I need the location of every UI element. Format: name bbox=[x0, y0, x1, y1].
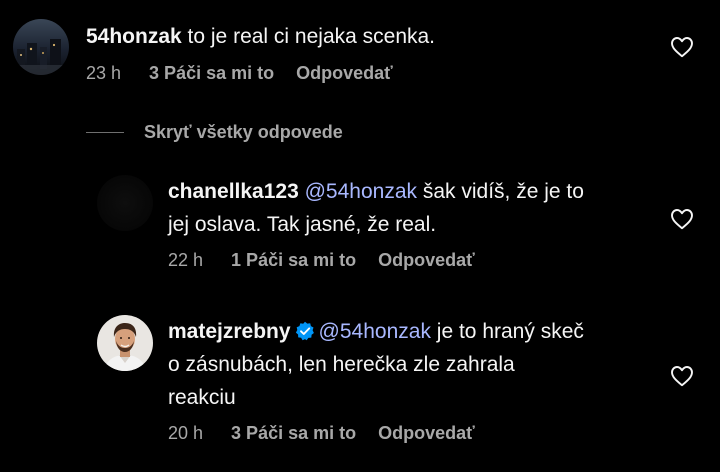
hide-replies-button[interactable]: Skryť všetky odpovede bbox=[86, 120, 343, 144]
comment-meta: 23 h 3 Páči sa mi to Odpovedať bbox=[86, 63, 393, 84]
divider-line bbox=[86, 131, 124, 133]
heart-icon[interactable] bbox=[670, 365, 694, 387]
comment-text: to je real ci nejaka scenka. bbox=[187, 25, 436, 48]
comment-mention-link[interactable]: @54honzak bbox=[319, 320, 431, 343]
verified-badge-icon bbox=[295, 318, 315, 341]
heart-icon[interactable] bbox=[670, 36, 694, 58]
comment-time: 20 h bbox=[168, 423, 204, 443]
avatar-54honzak[interactable] bbox=[13, 19, 69, 75]
comment-body: chanellka123 @54honzak šak vidíš, že je … bbox=[168, 175, 584, 241]
comment-text-line-2: jej oslava. Tak jasné, že real. bbox=[168, 213, 437, 236]
heart-icon[interactable] bbox=[670, 208, 694, 230]
comment-mention-link[interactable]: @54honzak bbox=[305, 180, 417, 203]
comment-text-line-2: o zásnubách, len herečka zle zahrala bbox=[168, 353, 515, 376]
comment-username[interactable]: 54honzak bbox=[86, 25, 182, 48]
comment-body: matejzrebny @54honzak je to hraný skeč o … bbox=[168, 315, 584, 414]
comment-text-line-1: je to hraný skeč bbox=[436, 320, 584, 343]
comment-time: 22 h bbox=[168, 250, 204, 270]
comment-time: 23 h bbox=[86, 63, 122, 83]
comment-username[interactable]: matejzrebny bbox=[168, 320, 291, 343]
comment-username[interactable]: chanellka123 bbox=[168, 180, 299, 203]
comment-text-line-3: reakciu bbox=[168, 386, 236, 409]
comment-body: 54honzak to je real ci nejaka scenka. bbox=[86, 20, 435, 53]
comment-likes-count[interactable]: 3 Páči sa mi to bbox=[149, 63, 274, 84]
reply-button[interactable]: Odpovedať bbox=[378, 250, 475, 271]
comment-text-line-1: šak vidíš, že je to bbox=[422, 180, 584, 203]
comment-meta: 22 h 1 Páči sa mi to Odpovedať bbox=[168, 250, 475, 271]
reply-button[interactable]: Odpovedať bbox=[378, 423, 475, 444]
avatar-matejzrebny[interactable] bbox=[97, 315, 153, 371]
comment-likes-count[interactable]: 1 Páči sa mi to bbox=[231, 250, 356, 271]
hide-replies-label: Skryť všetky odpovede bbox=[144, 121, 343, 142]
comment-likes-count[interactable]: 3 Páči sa mi to bbox=[231, 423, 356, 444]
avatar-chanellka123[interactable] bbox=[97, 175, 153, 231]
reply-button[interactable]: Odpovedať bbox=[296, 63, 393, 84]
comment-meta: 20 h 3 Páči sa mi to Odpovedať bbox=[168, 423, 475, 444]
